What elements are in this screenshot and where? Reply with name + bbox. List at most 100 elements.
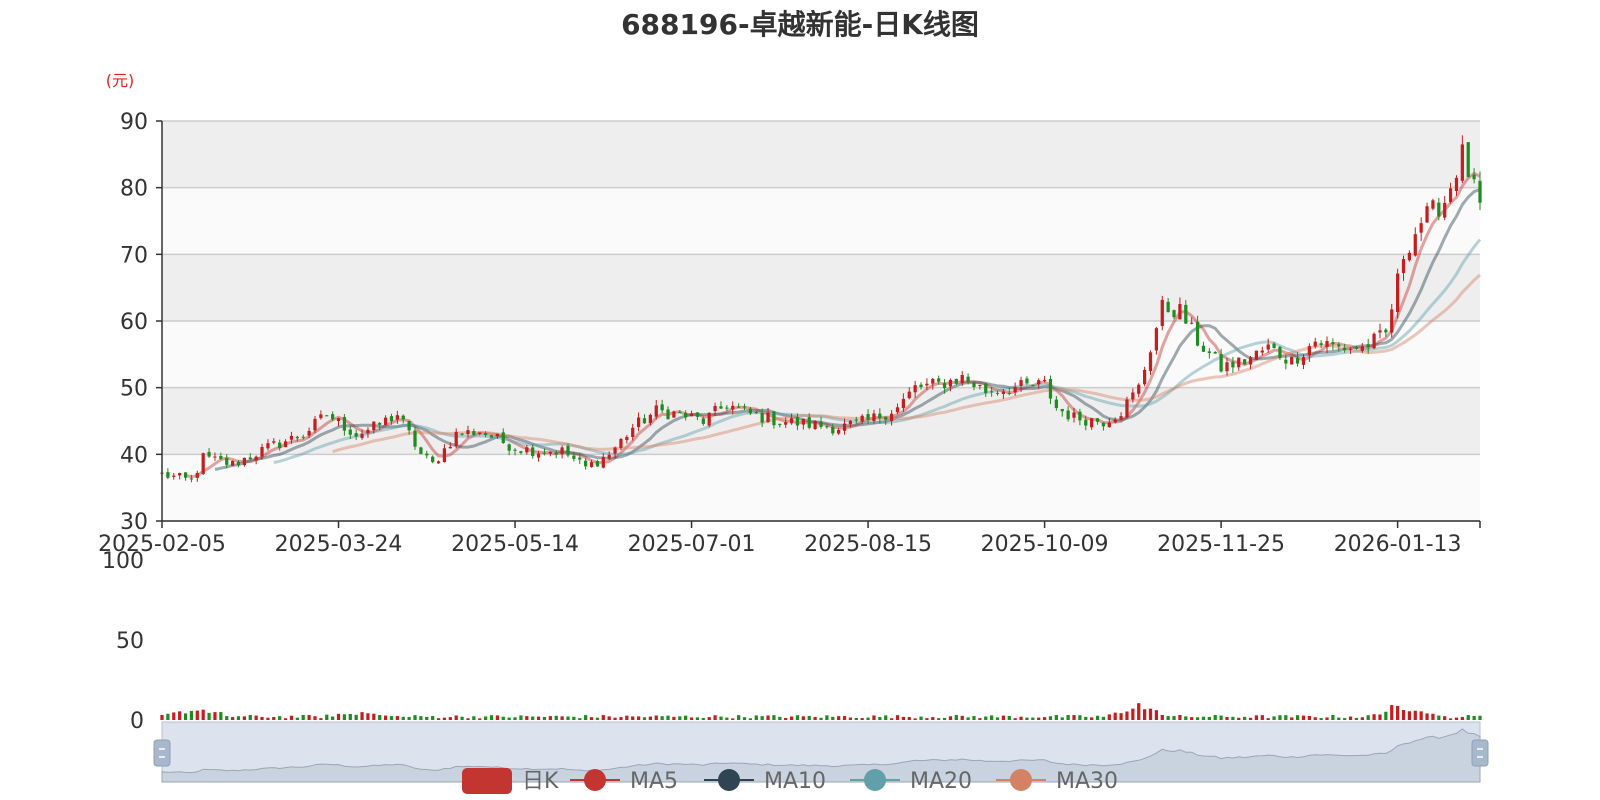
candle-body xyxy=(1390,309,1394,333)
candle-body xyxy=(589,462,594,468)
background-band xyxy=(162,454,1480,521)
volume-bar xyxy=(842,716,847,720)
candle-body xyxy=(666,409,670,420)
volume-bar xyxy=(1372,714,1376,720)
volume-bar xyxy=(1301,715,1306,720)
volume-bar xyxy=(225,716,229,720)
volume-bar xyxy=(1131,708,1135,720)
volume-bar xyxy=(1090,717,1094,720)
kline-chart: 688196-卓越新能-日K线图 (元) 30405060708090 2025… xyxy=(98,8,1489,794)
candle-body xyxy=(360,433,364,438)
volume-bar xyxy=(719,716,723,720)
volume-bar xyxy=(1007,716,1011,720)
candle-body xyxy=(825,426,829,428)
candle-body xyxy=(536,453,541,458)
volume-bar xyxy=(1248,717,1253,720)
candle-body xyxy=(1460,144,1464,181)
volume-bar xyxy=(1113,712,1117,720)
legend-label: MA10 xyxy=(764,769,826,794)
volume-bar xyxy=(1254,715,1259,720)
volume-bar xyxy=(1213,715,1217,720)
candle-body xyxy=(1319,343,1323,345)
candle-body xyxy=(472,431,476,435)
volume-bar xyxy=(1313,717,1317,720)
volume-bar xyxy=(436,718,441,720)
candle-body xyxy=(1219,354,1223,372)
candle-body xyxy=(1301,357,1306,365)
candle-body xyxy=(672,411,676,418)
candle-body xyxy=(207,451,211,457)
legend-dot-icon xyxy=(864,769,886,791)
candle-body xyxy=(1172,310,1176,318)
volume-bar xyxy=(1443,716,1447,720)
date-tick-label: 2025-07-01 xyxy=(628,532,756,557)
volume-bar xyxy=(1231,716,1235,720)
candle-body xyxy=(248,457,252,460)
volume-bar xyxy=(913,718,917,720)
candle-body xyxy=(889,413,894,422)
volume-bar xyxy=(254,715,258,720)
volume-bar xyxy=(478,718,482,720)
candle-body xyxy=(401,415,405,420)
volume-bar xyxy=(1148,708,1153,720)
volume-bar xyxy=(1278,715,1282,720)
background-band xyxy=(162,254,1480,321)
volume-bar xyxy=(219,712,223,720)
volume-bar xyxy=(1066,714,1070,720)
volume-bar xyxy=(960,715,964,720)
candle-body xyxy=(1054,399,1058,408)
volume-bar xyxy=(848,717,853,720)
candle-body xyxy=(631,427,635,438)
volume-bar xyxy=(889,718,894,720)
candle-body xyxy=(560,447,564,455)
volume-bar xyxy=(860,718,864,720)
volume-bar xyxy=(1378,714,1382,720)
volume-bar xyxy=(737,715,741,720)
volume-bar xyxy=(1072,715,1076,720)
candle-body xyxy=(595,461,600,467)
volume-bar xyxy=(866,717,870,720)
candle-body xyxy=(937,378,941,382)
candle-body xyxy=(1160,299,1164,326)
volume-bar xyxy=(260,716,264,720)
candle-body xyxy=(1260,350,1264,353)
candle-body xyxy=(431,456,435,463)
candle-body xyxy=(1413,234,1417,256)
candle-body xyxy=(236,461,241,466)
volume-tick-label: 50 xyxy=(116,629,144,654)
candle-body xyxy=(737,406,741,408)
volume-bar xyxy=(1095,715,1100,720)
volume-bar xyxy=(1037,717,1041,720)
candle-body xyxy=(448,446,452,449)
volume-bar xyxy=(248,715,252,720)
candle-body xyxy=(1243,359,1247,365)
volume-bar xyxy=(1142,709,1147,720)
candle-body xyxy=(642,418,647,424)
candle-body xyxy=(960,375,964,384)
candle-body xyxy=(878,413,882,419)
date-axis: 2025-02-05 2025-03-24 2025-05-14 2025-07-01… xyxy=(98,520,1481,557)
candle-body xyxy=(413,430,417,447)
candle-body xyxy=(419,447,423,454)
candle-body xyxy=(1331,342,1335,344)
volume-bar xyxy=(1290,717,1294,720)
candle-body xyxy=(1213,352,1217,354)
volume-bar xyxy=(160,714,164,720)
candle-body xyxy=(1231,361,1235,368)
candle-body xyxy=(978,384,982,386)
volume-bar xyxy=(1307,716,1311,720)
date-tick-label: 2025-05-14 xyxy=(451,532,579,557)
volume-bar xyxy=(307,715,311,720)
legend-dot-icon xyxy=(584,769,606,791)
candle-body xyxy=(1237,357,1241,368)
volume-bar xyxy=(1190,717,1194,720)
candle-body xyxy=(701,418,705,424)
volume-bar xyxy=(901,716,905,720)
price-axis: 30405060708090 xyxy=(120,110,163,535)
candle-body xyxy=(966,376,970,382)
volume-bar xyxy=(578,718,582,720)
candle-body xyxy=(554,452,558,455)
volume-bar xyxy=(784,717,788,720)
candle-body xyxy=(501,432,505,443)
chart-title: 688196-卓越新能-日K线图 xyxy=(621,8,979,41)
